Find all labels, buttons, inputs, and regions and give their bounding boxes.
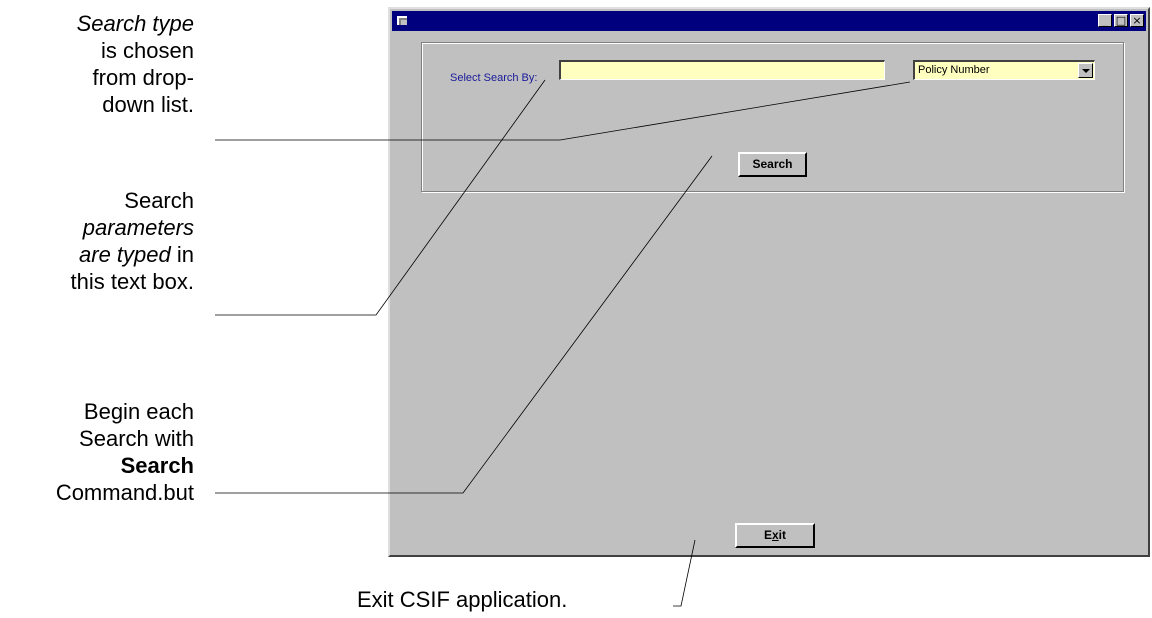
annotation-line: Begin each: [83, 399, 194, 424]
annotation-line: is chosen: [101, 38, 194, 63]
annotation-line: in: [170, 242, 194, 267]
annotation-line: are typed: [79, 242, 171, 267]
exit-label-suffix: it: [778, 528, 787, 542]
app-icon[interactable]: [396, 14, 410, 27]
select-search-by-label: Select Search By:: [450, 72, 538, 84]
exit-button[interactable]: Exit: [735, 523, 815, 548]
annotation-line: parameters: [82, 215, 194, 240]
annotation-parameters: Search parameters are typed in this text…: [70, 187, 194, 295]
annotation-exit: Exit CSIF application.: [357, 587, 568, 612]
annotation-search-type: Search type is chosen from drop- down li…: [77, 10, 194, 118]
annotation-line: this text box.: [70, 269, 194, 294]
annotation-line: Search with: [79, 426, 194, 451]
close-button[interactable]: ×: [1130, 14, 1144, 27]
exit-label-prefix: E: [763, 528, 772, 542]
annotation-line: down list.: [102, 92, 194, 117]
annotation-line: Command.but: [55, 480, 194, 505]
search-parameter-input[interactable]: [559, 60, 885, 80]
search-window: _ □ × Search Exit: [388, 7, 1150, 557]
minimize-button[interactable]: _: [1098, 14, 1112, 27]
search-type-value: Policy Number: [918, 64, 990, 76]
annotation-search-command: Begin each Search with Search Command.bu…: [56, 398, 194, 506]
maximize-button[interactable]: □: [1114, 14, 1128, 27]
chevron-down-icon[interactable]: [1078, 63, 1093, 78]
annotation-line: from drop-: [92, 65, 194, 90]
search-button[interactable]: Search: [738, 152, 807, 177]
annotation-line: Search: [124, 188, 194, 213]
exit-label-accelerator: x: [771, 528, 779, 542]
annotation-line: Search type: [76, 11, 194, 36]
search-type-dropdown[interactable]: Policy Number: [913, 60, 1095, 80]
title-bar[interactable]: _ □ ×: [392, 11, 1146, 31]
annotation-line: Search: [120, 453, 194, 478]
